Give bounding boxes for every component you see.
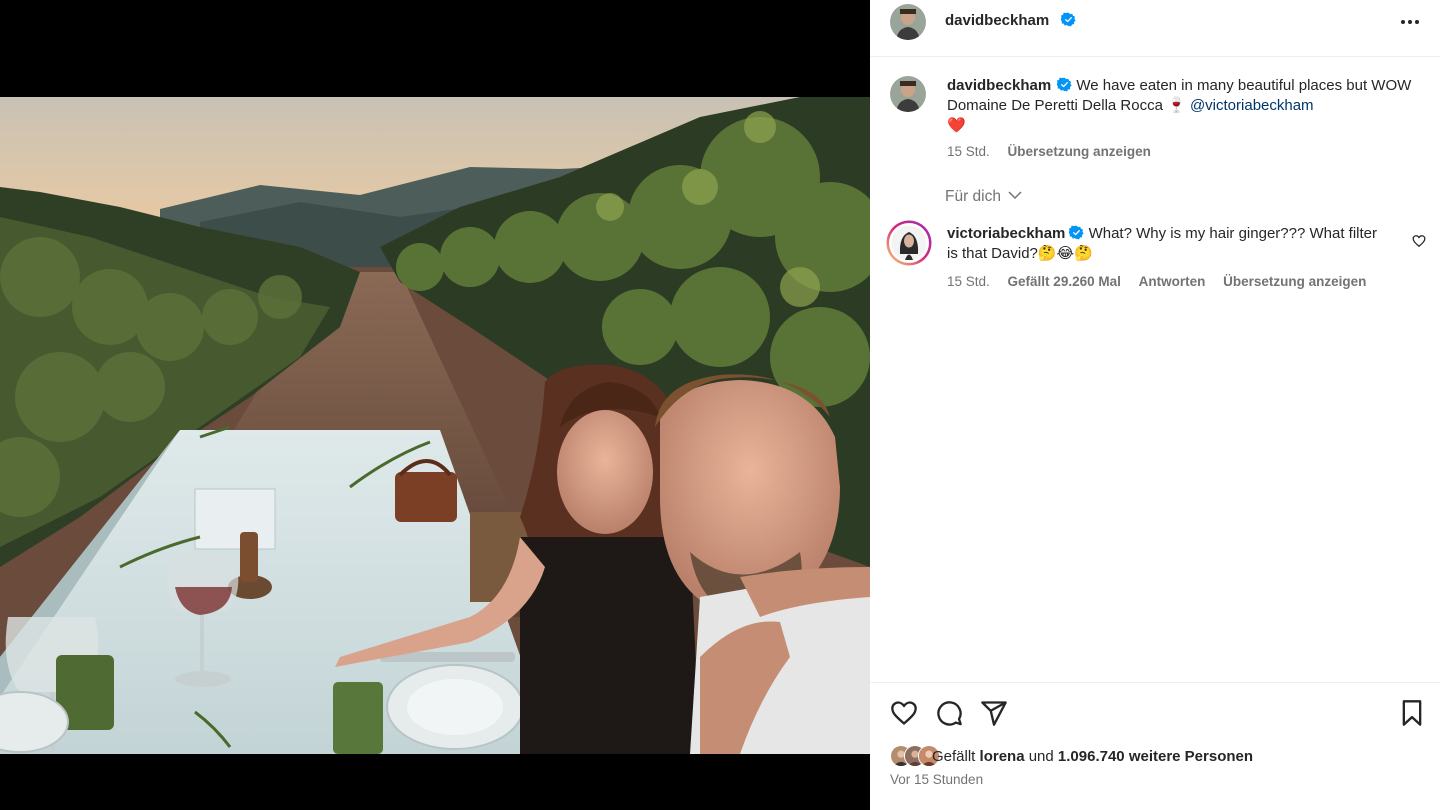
comments-filter-dropdown[interactable]: Für dich	[945, 188, 1022, 206]
comments-filter-label: Für dich	[945, 188, 1001, 205]
caption-translate-link[interactable]: Übersetzung anzeigen	[1008, 144, 1151, 159]
likes-count[interactable]: 1.096.740 weitere Personen	[1058, 748, 1253, 765]
vineyard-dinner-photo	[0, 97, 870, 754]
comment-text: victoriabeckham What? Why is my hair gin…	[947, 224, 1387, 264]
comment-meta: 15 Std. Gefällt 29.260 Mal Antworten Übe…	[947, 274, 1380, 289]
verified-badge-icon	[1061, 12, 1076, 27]
caption-heart-emoji: ❤️	[947, 117, 966, 134]
caption-author-avatar[interactable]	[890, 76, 926, 112]
likes-prefix: Gefällt	[932, 748, 976, 765]
comment-heart-icon[interactable]	[1412, 234, 1426, 248]
share-icon[interactable]	[980, 699, 1008, 727]
verified-badge-icon	[1057, 77, 1072, 92]
story-ring-avatar-image	[886, 220, 932, 266]
caption-meta: 15 Std. Übersetzung anzeigen	[947, 144, 1165, 159]
comment-likes-count[interactable]: Gefällt 29.260 Mal	[1008, 274, 1121, 289]
post-sidebar: davidbeckham davidbeckham We have eaten …	[870, 0, 1440, 810]
likes-summary[interactable]: Gefällt lorena und 1.096.740 weitere Per…	[932, 748, 1253, 765]
post-media	[0, 0, 870, 810]
caption-time: 15 Std.	[947, 144, 990, 159]
bookmark-icon[interactable]	[1398, 699, 1426, 727]
post-actions: Gefällt lorena und 1.096.740 weitere Per…	[870, 682, 1440, 810]
chevron-down-icon	[1008, 191, 1022, 199]
comment-reply-button[interactable]: Antworten	[1139, 274, 1206, 289]
caption-text: davidbeckham We have eaten in many beaut…	[947, 76, 1417, 136]
caption-username[interactable]: davidbeckham	[947, 77, 1051, 94]
more-horizontal-icon[interactable]	[1398, 12, 1422, 32]
likes-middle: und	[1028, 748, 1054, 765]
header-username[interactable]: davidbeckham	[945, 12, 1049, 29]
comment-icon[interactable]	[935, 699, 963, 727]
caption-mention-link[interactable]: @victoriabeckham	[1190, 97, 1314, 114]
post-header: davidbeckham	[870, 0, 1440, 57]
post-timestamp[interactable]: Vor 15 Stunden	[890, 772, 983, 787]
heart-icon[interactable]	[890, 699, 918, 727]
commenter-avatar[interactable]	[886, 220, 932, 266]
author-avatar-image	[890, 4, 926, 40]
author-avatar[interactable]	[890, 4, 926, 40]
comment-username[interactable]: victoriabeckham	[947, 225, 1065, 242]
likes-user[interactable]: lorena	[980, 748, 1025, 765]
comment-translate-link[interactable]: Übersetzung anzeigen	[1223, 274, 1366, 289]
verified-badge-icon	[1069, 225, 1085, 240]
instagram-post-modal: davidbeckham davidbeckham We have eaten …	[0, 0, 1440, 810]
post-photo[interactable]	[0, 97, 870, 754]
caption-avatar-image	[890, 76, 926, 112]
comment-time: 15 Std.	[947, 274, 990, 289]
